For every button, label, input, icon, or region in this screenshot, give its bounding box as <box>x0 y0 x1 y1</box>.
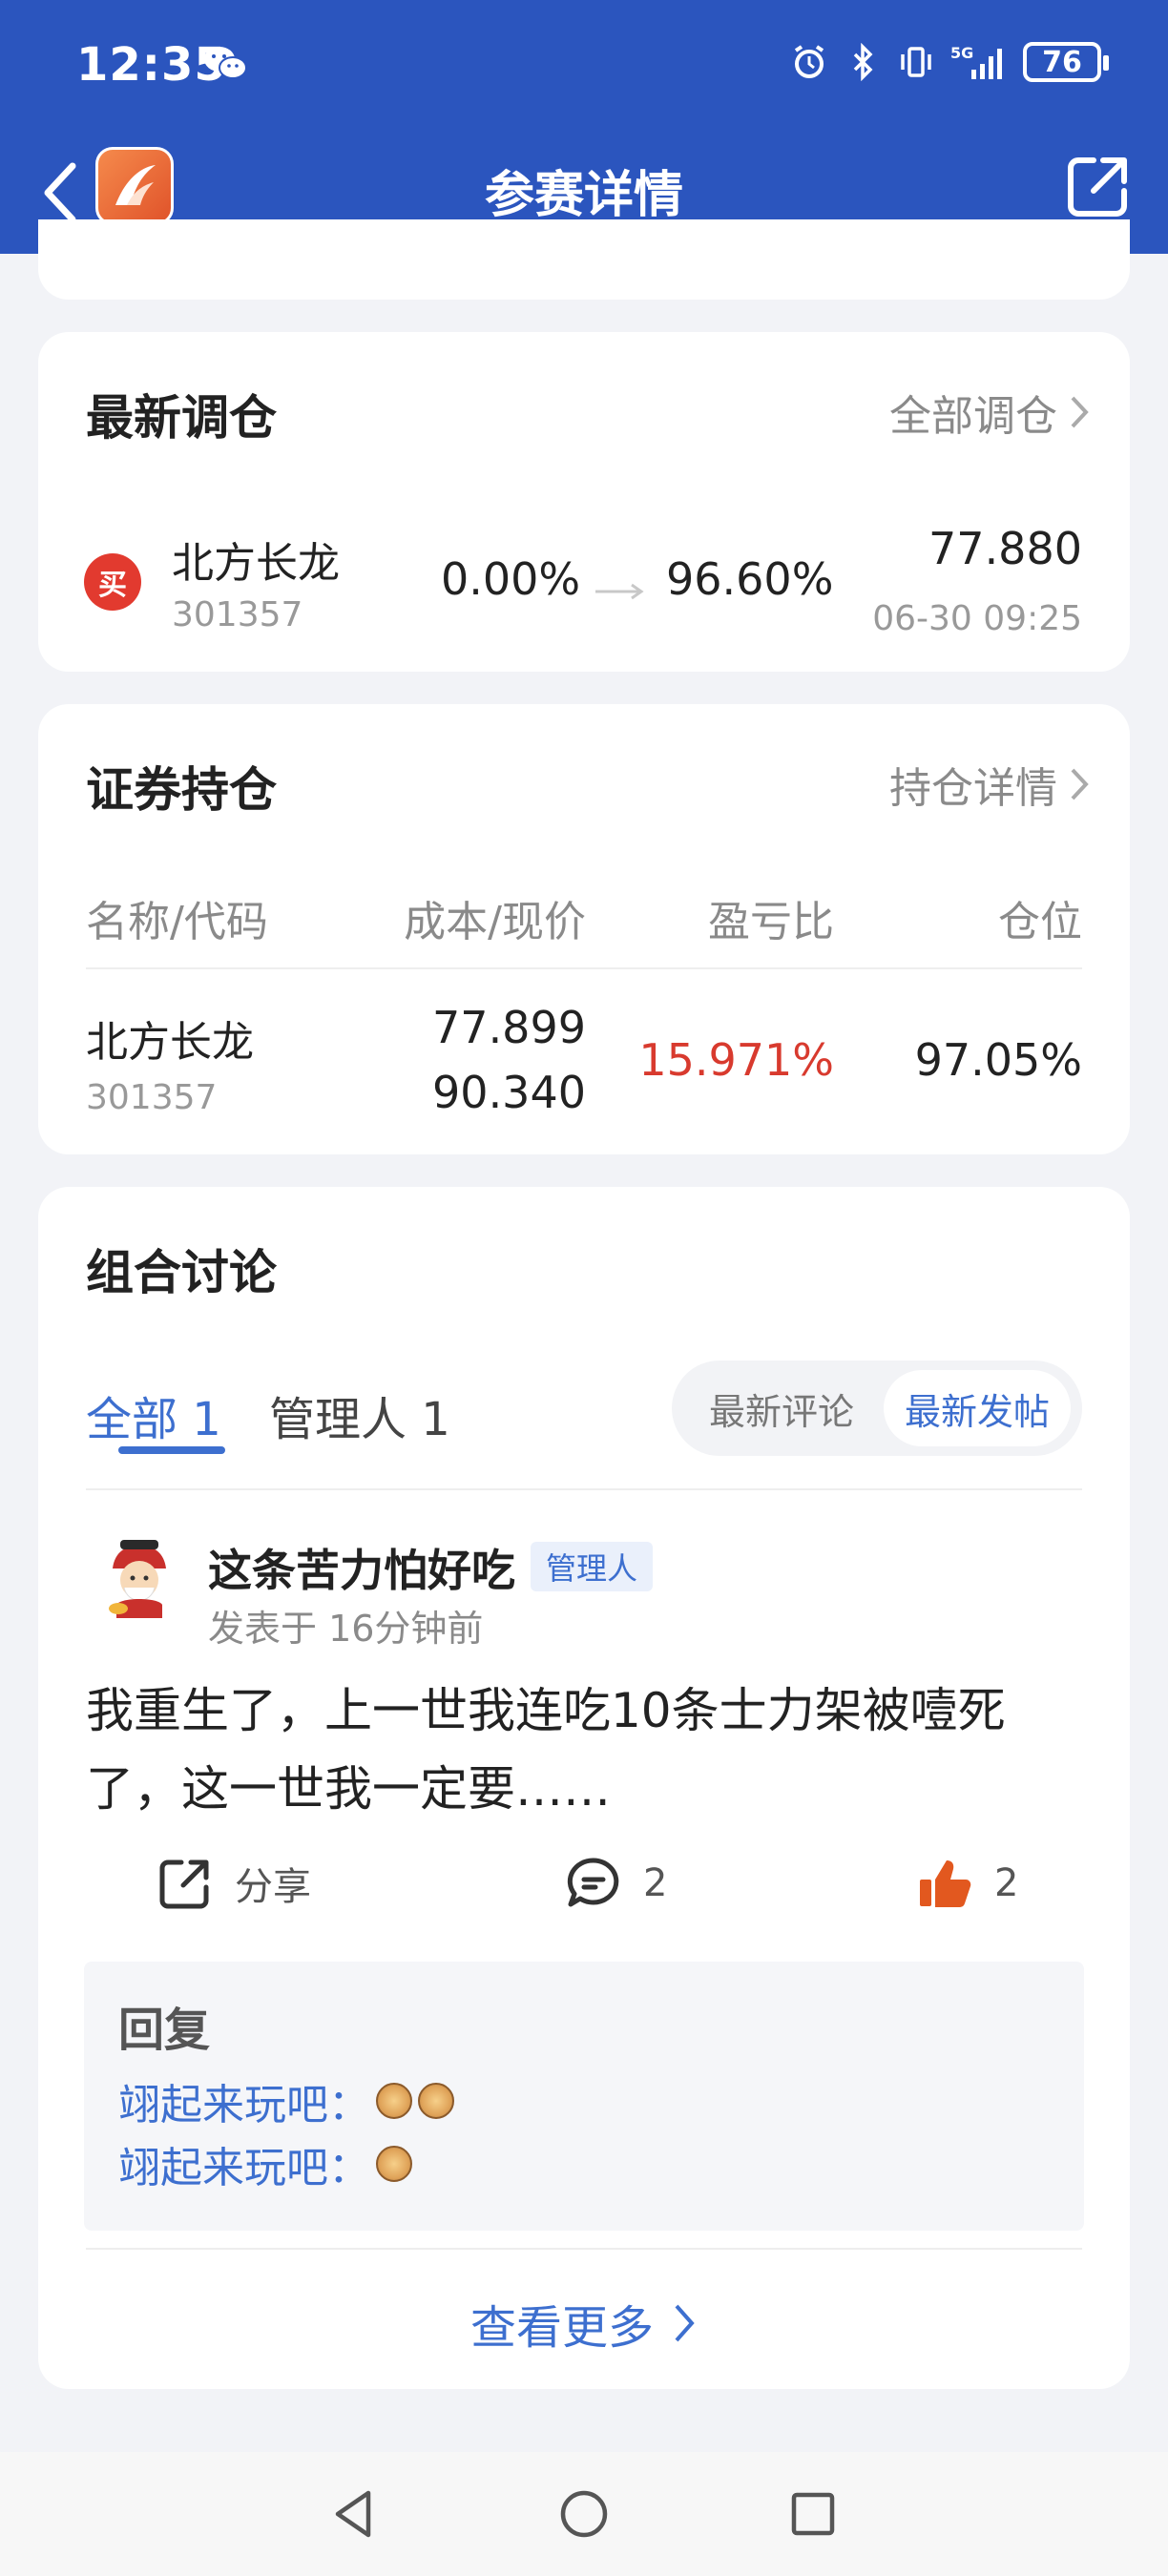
reply-title: 回复 <box>118 2004 211 2057</box>
chevron-right-icon <box>1071 396 1089 428</box>
battery-indicator: 76 <box>1023 42 1109 82</box>
emoji-icon <box>376 2083 412 2119</box>
page-title: 参赛详情 <box>484 167 683 224</box>
post-body[interactable]: 我重生了，上一世我连吃10条士力架被噎死了，这一世我一定要…… <box>86 1672 1082 1828</box>
reply-item[interactable]: 翊起来玩吧： <box>118 2133 412 2194</box>
nav-home-icon[interactable] <box>555 2485 613 2543</box>
share-icon <box>159 1859 209 1909</box>
manager-badge: 管理人 <box>531 1542 654 1591</box>
chevron-right-icon <box>675 2304 695 2342</box>
adjust-to-pct: 96.60% <box>666 553 834 605</box>
reply-text: 翊起来玩吧： <box>118 2081 370 2129</box>
tab-all[interactable]: 全部 1 <box>86 1381 221 1448</box>
adjust-price: 77.880 <box>928 523 1082 574</box>
discussion-bottom-divider <box>86 2248 1082 2250</box>
emoji-icon <box>418 2083 454 2119</box>
like-button[interactable]: 2 <box>916 1855 1018 1912</box>
holding-position: 97.05% <box>914 1034 1082 1086</box>
thumbs-up-icon <box>920 1860 971 1907</box>
holdings-card: 证券持仓 持仓详情 名称/代码 成本/现价 盈亏比 仓位 北方长龙 301357… <box>38 704 1130 1154</box>
adjust-stock-name[interactable]: 北方长龙 <box>172 529 340 590</box>
view-more-label: 查看更多 <box>469 2301 654 2355</box>
post-author[interactable]: 这条苦力怕好吃 <box>208 1536 515 1599</box>
holdings-detail-link[interactable]: 持仓详情 <box>889 754 1092 815</box>
discussion-card: 组合讨论 全部 1 管理人 1 最新评论 最新发帖 这条苦力怕好吃 管理人 发表… <box>38 1187 1130 2389</box>
holdings-divider <box>86 967 1082 969</box>
comment-button[interactable]: 2 <box>565 1855 667 1912</box>
previous-card-bottom <box>38 219 1130 300</box>
alarm-icon <box>794 45 824 78</box>
emoji-icon <box>376 2146 412 2182</box>
comment-count: 2 <box>643 1861 668 1905</box>
share-label: 分享 <box>235 1865 311 1909</box>
share-button[interactable]: 分享 <box>156 1855 311 1912</box>
system-nav-bar <box>0 2452 1168 2576</box>
share-external-icon[interactable] <box>1061 151 1134 223</box>
signal-5g-icon: 5G <box>950 44 1002 79</box>
comment-icon <box>567 1858 619 1907</box>
holdings-detail-label: 持仓详情 <box>889 764 1057 813</box>
adjust-stock-code: 301357 <box>172 595 303 634</box>
vibrate-icon <box>901 47 931 77</box>
chevron-right-icon <box>1071 768 1089 800</box>
wechat-icon <box>204 47 247 79</box>
nav-back-icon[interactable] <box>326 2485 384 2543</box>
sort-toggle: 最新评论 最新发帖 <box>672 1361 1082 1456</box>
holdings-title: 证券持仓 <box>86 762 277 818</box>
holdings-header-position: 仓位 <box>998 898 1082 946</box>
latest-adjust-card: 最新调仓 全部调仓 买 北方长龙 301357 0.00% 96.60% 77.… <box>38 332 1130 672</box>
bluetooth-icon <box>853 43 873 81</box>
avatar[interactable] <box>92 1530 187 1626</box>
view-more-button[interactable]: 查看更多 <box>38 2290 1130 2357</box>
holding-stock-code: 301357 <box>86 1078 218 1117</box>
arrow-right-icon <box>595 583 644 600</box>
tab-manager[interactable]: 管理人 1 <box>269 1381 450 1448</box>
tab-active-indicator <box>118 1446 225 1454</box>
holdings-header-pnl: 盈亏比 <box>708 898 834 946</box>
post-time: 发表于 16分钟前 <box>208 1608 484 1650</box>
buy-badge: 买 <box>84 553 141 611</box>
reply-text: 翊起来玩吧： <box>118 2144 370 2192</box>
holdings-header-name: 名称/代码 <box>86 898 268 946</box>
holding-stock-name: 北方长龙 <box>86 1018 254 1067</box>
nav-recents-icon[interactable] <box>784 2485 842 2543</box>
all-adjust-link[interactable]: 全部调仓 <box>889 382 1092 443</box>
holdings-header-cost: 成本/现价 <box>404 898 586 946</box>
sort-latest-comment[interactable]: 最新评论 <box>681 1370 882 1446</box>
like-count: 2 <box>994 1861 1019 1905</box>
adjust-from-pct: 0.00% <box>441 553 581 605</box>
avatar-image <box>92 1530 187 1626</box>
status-icons: 5G 76 <box>790 42 1109 82</box>
all-adjust-label: 全部调仓 <box>889 392 1057 441</box>
holding-cost: 77.899 <box>432 1002 586 1053</box>
status-bar: 12:35 5G 76 <box>0 0 1168 134</box>
app-header: 12:35 5G 76 参赛详情 <box>0 0 1168 254</box>
discussion-divider <box>86 1488 1082 1490</box>
latest-adjust-title: 最新调仓 <box>86 390 277 446</box>
reply-item[interactable]: 翊起来玩吧： <box>118 2070 454 2131</box>
discussion-title: 组合讨论 <box>86 1245 277 1300</box>
holding-current-price: 90.340 <box>432 1067 586 1118</box>
sort-latest-post[interactable]: 最新发帖 <box>884 1370 1071 1446</box>
holding-pnl: 15.971% <box>638 1034 834 1086</box>
reply-box[interactable]: 回复 翊起来玩吧： 翊起来玩吧： <box>84 1962 1084 2231</box>
adjust-datetime: 06-30 09:25 <box>872 599 1082 638</box>
svg-text:5G: 5G <box>950 44 973 62</box>
